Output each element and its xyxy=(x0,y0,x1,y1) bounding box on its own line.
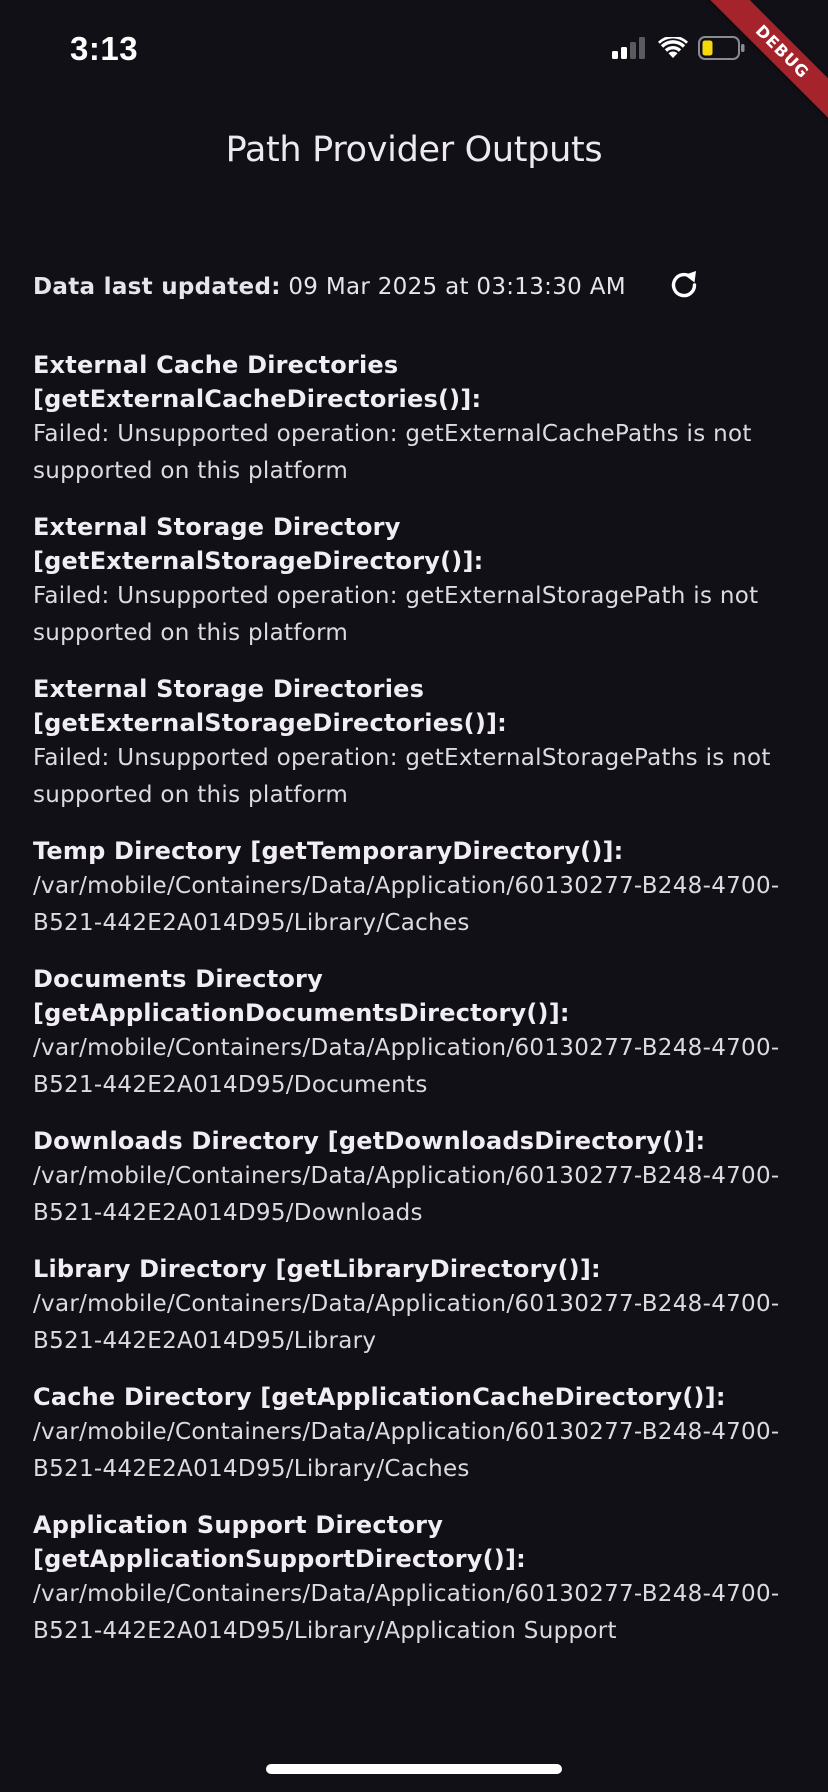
section-temp-directory: Temp Directory [getTemporaryDirectory()]… xyxy=(33,834,803,942)
section-cache-directory: Cache Directory [getApplicationCacheDire… xyxy=(33,1380,803,1488)
content: Data last updated: 09 Mar 2025 at 03:13:… xyxy=(33,262,803,1670)
section-external-storage-directory: External Storage Directory [getExternalS… xyxy=(33,510,803,652)
section-application-support-directory: Application Support Directory [getApplic… xyxy=(33,1508,803,1650)
section-value: /var/mobile/Containers/Data/Application/… xyxy=(33,873,780,936)
updated-value: 09 Mar 2025 at 03:13:30 AM xyxy=(288,274,626,300)
section-heading: Documents Directory [getApplicationDocum… xyxy=(33,965,570,1027)
section-library-directory: Library Directory [getLibraryDirectory()… xyxy=(33,1252,803,1360)
signal-icon xyxy=(612,37,648,59)
section-heading: External Storage Directories [getExterna… xyxy=(33,675,507,737)
section-heading: External Storage Directory [getExternalS… xyxy=(33,513,484,575)
section-value: Failed: Unsupported operation: getExtern… xyxy=(33,583,759,646)
refresh-button[interactable] xyxy=(662,265,706,309)
refresh-icon xyxy=(666,267,702,307)
section-value: Failed: Unsupported operation: getExtern… xyxy=(33,421,752,484)
page-title: Path Provider Outputs xyxy=(225,130,603,170)
section-heading: Cache Directory [getApplicationCacheDire… xyxy=(33,1383,726,1411)
section-value: /var/mobile/Containers/Data/Application/… xyxy=(33,1419,780,1482)
wifi-icon xyxy=(658,37,688,59)
section-value: /var/mobile/Containers/Data/Application/… xyxy=(33,1163,780,1226)
status-icons xyxy=(612,36,746,60)
section-external-storage-directories: External Storage Directories [getExterna… xyxy=(33,672,803,814)
section-value: /var/mobile/Containers/Data/Application/… xyxy=(33,1581,780,1644)
home-indicator[interactable] xyxy=(266,1764,562,1774)
section-value: /var/mobile/Containers/Data/Application/… xyxy=(33,1035,780,1098)
section-documents-directory: Documents Directory [getApplicationDocum… xyxy=(33,962,803,1104)
updated-text: Data last updated: 09 Mar 2025 at 03:13:… xyxy=(33,274,626,300)
section-value: Failed: Unsupported operation: getExtern… xyxy=(33,745,771,808)
status-time: 3:13 xyxy=(70,30,139,67)
section-value: /var/mobile/Containers/Data/Application/… xyxy=(33,1291,780,1354)
status-bar: 3:13 xyxy=(0,0,828,100)
section-downloads-directory: Downloads Directory [getDownloadsDirecto… xyxy=(33,1124,803,1232)
section-external-cache-directories: External Cache Directories [getExternalC… xyxy=(33,348,803,490)
section-heading: Temp Directory [getTemporaryDirectory()]… xyxy=(33,837,624,865)
battery-icon xyxy=(698,36,746,60)
updated-row: Data last updated: 09 Mar 2025 at 03:13:… xyxy=(33,262,803,312)
section-heading: External Cache Directories [getExternalC… xyxy=(33,351,482,413)
section-heading: Library Directory [getLibraryDirectory()… xyxy=(33,1255,601,1283)
section-heading: Application Support Directory [getApplic… xyxy=(33,1511,526,1573)
section-heading: Downloads Directory [getDownloadsDirecto… xyxy=(33,1127,706,1155)
updated-label: Data last updated: xyxy=(33,274,281,300)
